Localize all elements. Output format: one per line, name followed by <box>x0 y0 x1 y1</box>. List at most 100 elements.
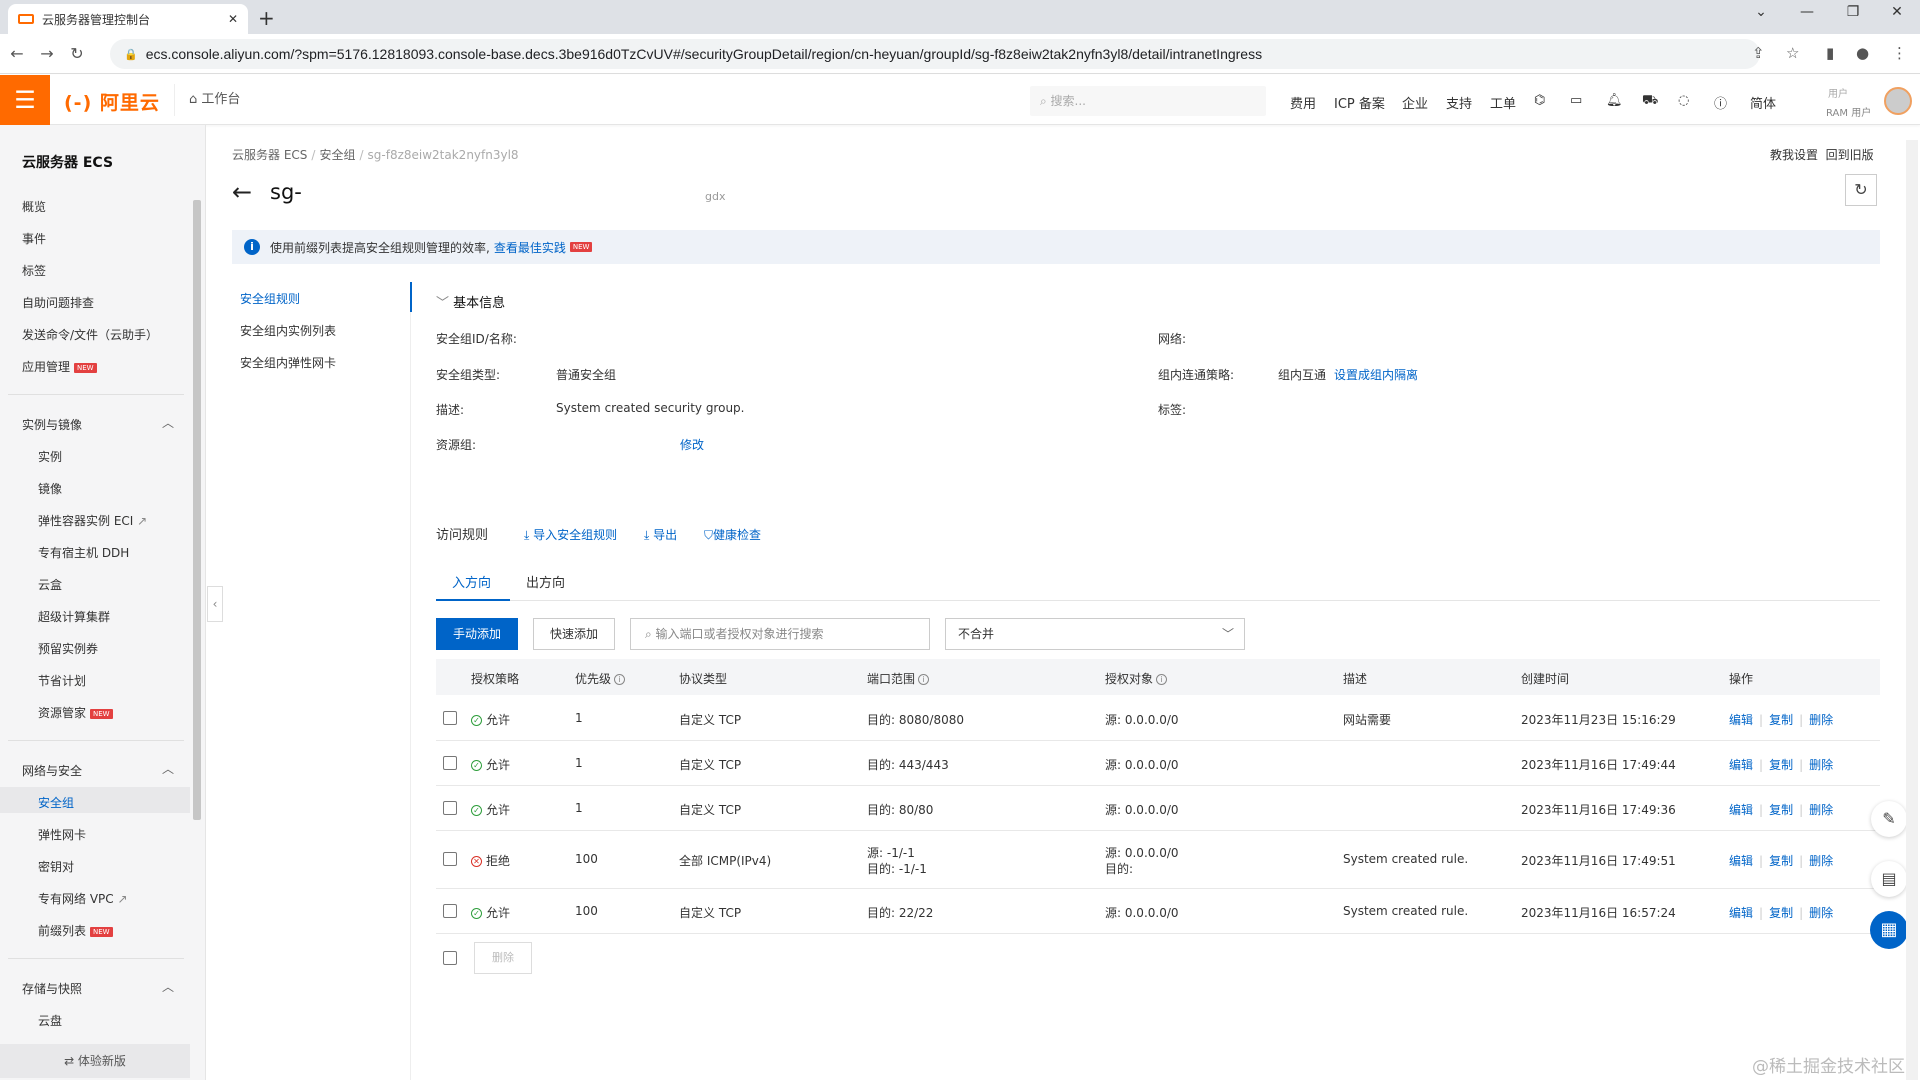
secnav-rules[interactable]: 安全组规则 <box>240 290 300 307</box>
row-checkbox[interactable] <box>443 852 457 866</box>
sidebar-item-app-management[interactable]: 应用管理 NEW <box>22 358 97 375</box>
copy-rule-link[interactable]: 复制 <box>1769 854 1793 868</box>
sidebar-item-tags[interactable]: 标签 <box>22 262 46 279</box>
reload-icon[interactable]: ↻ <box>64 44 90 63</box>
sidepanel-icon[interactable]: ▮ <box>1826 44 1834 62</box>
sidebar-item-scc[interactable]: 超级计算集群 <box>38 608 110 625</box>
page-scrollbar[interactable] <box>1906 140 1918 1080</box>
export-link[interactable]: ⤓ 导出 <box>644 526 677 543</box>
bulb-icon[interactable]: ◌ <box>1678 93 1689 108</box>
close-tab-icon[interactable]: ✕ <box>228 12 238 26</box>
share-icon[interactable]: ⇪ <box>1752 44 1765 62</box>
sidebar-group-storage[interactable]: 存储与快照 <box>22 980 82 997</box>
menu-hamburger-icon[interactable]: ☰ <box>0 75 50 125</box>
best-practice-link[interactable]: 查看最佳实践 <box>494 239 566 256</box>
workbench-link[interactable]: ⌂ 工作台 <box>174 84 262 116</box>
help-icon[interactable]: i <box>614 674 626 685</box>
teach-setup-link[interactable]: 教我设置 <box>1770 148 1818 162</box>
basic-info-header[interactable]: ﹀ 基本信息 <box>436 292 505 311</box>
close-window-button[interactable]: ✕ <box>1874 4 1920 20</box>
cart-icon[interactable]: ⛟ <box>1642 93 1658 110</box>
cloud-shell-icon[interactable]: ⌬ <box>1534 93 1545 108</box>
sidebar-item-security-group[interactable]: 安全组 <box>38 794 74 811</box>
new-tab-button[interactable]: + <box>258 6 275 30</box>
nav-fees[interactable]: 费用 <box>1290 93 1316 112</box>
delete-rule-link[interactable]: 删除 <box>1809 854 1833 868</box>
collapse-sidebar-button[interactable]: ‹ <box>207 586 223 622</box>
apps-float-icon[interactable]: ▦ <box>1870 911 1908 949</box>
sidebar-item-image[interactable]: 镜像 <box>38 480 62 497</box>
nav-ticket[interactable]: 工单 <box>1490 93 1516 112</box>
sidebar-item-resource-butler[interactable]: 资源管家 NEW <box>38 704 113 721</box>
bulk-delete-button[interactable]: 删除 <box>474 942 532 974</box>
sidebar-item-cloudbox[interactable]: 云盒 <box>38 576 62 593</box>
try-new-version-button[interactable]: ⇄ 体验新版 <box>0 1044 190 1078</box>
sidebar-item-ddh[interactable]: 专有宿主机 DDH <box>38 544 129 561</box>
minimize-button[interactable]: — <box>1784 4 1830 20</box>
sidebar-group-instances[interactable]: 实例与镜像 <box>22 416 82 433</box>
set-isolation-link[interactable]: 设置成组内隔离 <box>1334 366 1418 383</box>
nav-enterprise[interactable]: 企业 <box>1402 93 1428 112</box>
quick-add-button[interactable]: 快速添加 <box>533 618 615 650</box>
terminal-icon[interactable]: ▭ <box>1570 93 1582 108</box>
back-icon[interactable]: ← <box>4 44 30 63</box>
back-arrow-icon[interactable]: ← <box>232 178 252 206</box>
sidebar-item-prefix-list[interactable]: 前缀列表 NEW <box>38 922 113 939</box>
sidebar-item-savings-plan[interactable]: 节省计划 <box>38 672 86 689</box>
sidebar-item-vpc[interactable]: 专有网络 VPC ↗ <box>38 890 128 907</box>
merge-select[interactable]: 不合并 ﹀ <box>945 618 1245 650</box>
edit-rule-link[interactable]: 编辑 <box>1729 803 1753 817</box>
nav-support[interactable]: 支持 <box>1446 93 1472 112</box>
tab-inbound[interactable]: 入方向 <box>452 572 491 591</box>
sidebar-item-cloud-assistant[interactable]: 发送命令/文件（云助手） <box>22 326 158 343</box>
feedback-float-icon[interactable]: ▤ <box>1871 861 1907 897</box>
manual-add-button[interactable]: 手动添加 <box>436 618 518 650</box>
refresh-icon[interactable]: ↻ <box>1845 174 1877 206</box>
edit-rule-link[interactable]: 编辑 <box>1729 758 1753 772</box>
tab-search-icon[interactable]: ⌄ <box>1738 4 1784 20</box>
copy-rule-link[interactable]: 复制 <box>1769 803 1793 817</box>
help-icon[interactable]: i <box>918 674 930 685</box>
bookmark-star-icon[interactable]: ☆ <box>1786 44 1799 62</box>
sidebar-item-overview[interactable]: 概览 <box>22 198 46 215</box>
copy-rule-link[interactable]: 复制 <box>1769 758 1793 772</box>
row-checkbox[interactable] <box>443 800 457 815</box>
secnav-instances[interactable]: 安全组内实例列表 <box>240 322 336 339</box>
restore-button[interactable]: ❐ <box>1830 4 1876 20</box>
delete-rule-link[interactable]: 删除 <box>1809 713 1833 727</box>
help-icon[interactable]: ⓘ <box>1714 93 1727 112</box>
import-rules-link[interactable]: ⤓ 导入安全组规则 <box>524 526 617 543</box>
sidebar-item-instance[interactable]: 实例 <box>38 448 62 465</box>
old-version-link[interactable]: 回到旧版 <box>1826 148 1874 162</box>
edit-float-icon[interactable]: ✎ <box>1871 801 1907 837</box>
sidebar-scrollbar[interactable] <box>193 200 201 820</box>
browser-tab[interactable]: 云服务器管理控制台 ✕ <box>8 4 248 34</box>
sidebar-item-events[interactable]: 事件 <box>22 230 46 247</box>
avatar[interactable] <box>1884 87 1912 115</box>
sidebar-item-troubleshoot[interactable]: 自助问题排查 <box>22 294 94 311</box>
sidebar-item-disk[interactable]: 云盘 <box>38 1012 62 1029</box>
global-search-input[interactable]: ⌕ 搜索... <box>1030 86 1266 116</box>
tab-outbound[interactable]: 出方向 <box>526 572 565 591</box>
bell-icon[interactable]: 🔔︎ <box>1606 93 1623 108</box>
sidebar-item-keypair[interactable]: 密钥对 <box>38 858 74 875</box>
rule-search-input[interactable]: ⌕ 输入端口或者授权对象进行搜索 <box>630 618 930 650</box>
sidebar-item-reserved[interactable]: 预留实例券 <box>38 640 98 657</box>
select-all-checkbox[interactable] <box>443 951 457 965</box>
chevron-up-icon[interactable]: ︿ <box>162 414 174 431</box>
sidebar-group-network[interactable]: 网络与安全 <box>22 762 82 779</box>
language-switch[interactable]: 简体 <box>1750 93 1776 112</box>
delete-rule-link[interactable]: 删除 <box>1809 803 1833 817</box>
breadcrumb-security-group[interactable]: 安全组 <box>319 148 355 162</box>
secnav-eni[interactable]: 安全组内弹性网卡 <box>240 354 336 371</box>
copy-rule-link[interactable]: 复制 <box>1769 906 1793 920</box>
health-check-link[interactable]: ⛉健康检查 <box>704 526 761 543</box>
nav-icp[interactable]: ICP 备案 <box>1334 93 1385 112</box>
row-checkbox[interactable] <box>443 755 457 770</box>
profile-icon[interactable]: ● <box>1856 44 1869 62</box>
forward-icon[interactable]: → <box>34 44 60 63</box>
aliyun-logo[interactable]: (-) 阿里云 <box>64 88 160 115</box>
help-icon[interactable]: i <box>1156 674 1168 685</box>
resource-group-edit-link[interactable]: 修改 <box>680 436 704 453</box>
chevron-up-icon[interactable]: ︿ <box>162 760 174 777</box>
